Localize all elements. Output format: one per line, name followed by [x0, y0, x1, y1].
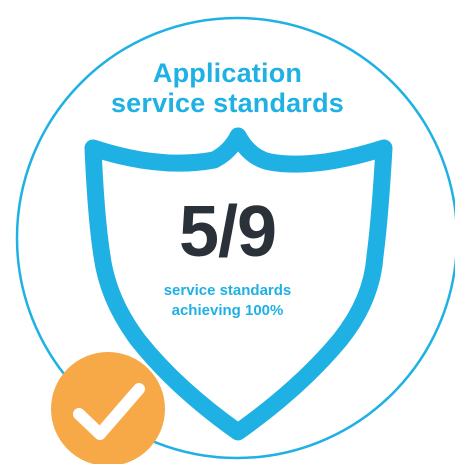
badge-title-line1: Application [152, 58, 303, 88]
caption-line1: service standards [163, 282, 292, 299]
check-circle [51, 352, 165, 464]
standards-count-value: 5/9 [178, 192, 277, 272]
checkmark-badge [51, 352, 165, 464]
caption-line2: achieving 100% [171, 302, 284, 319]
badge-title-line2: service standards [110, 88, 345, 118]
